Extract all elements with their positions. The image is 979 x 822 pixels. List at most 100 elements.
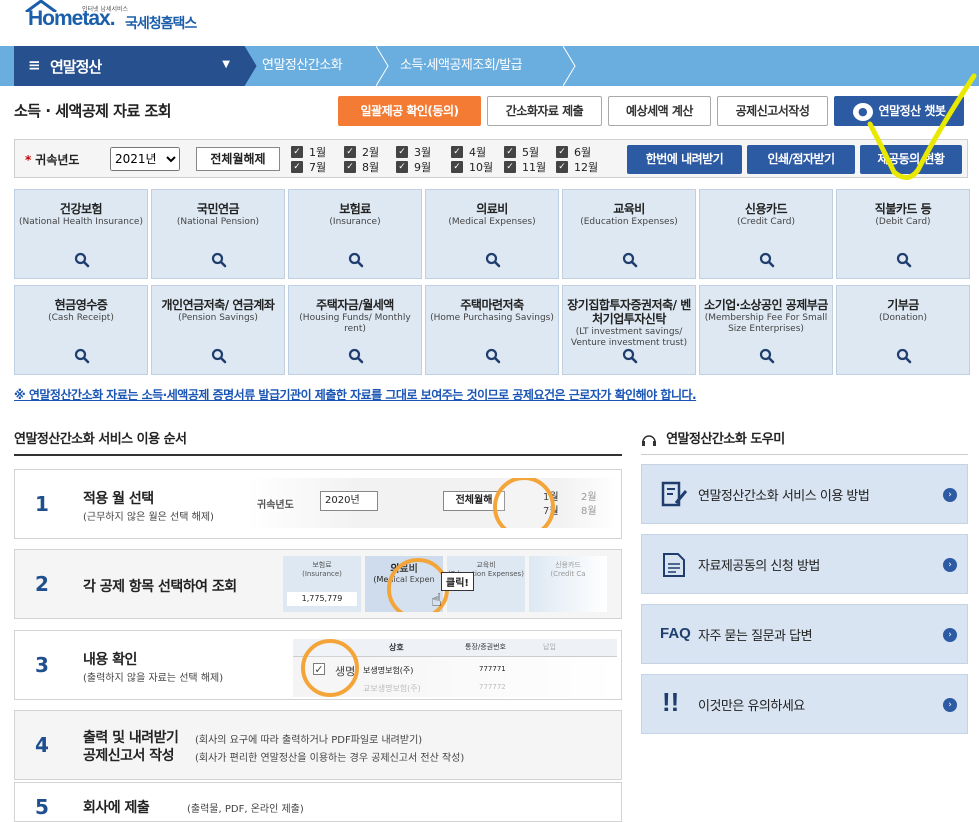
tile-subtitle: (Insurance) bbox=[329, 217, 381, 227]
checkbox-checked-icon: ✓ bbox=[451, 146, 463, 158]
month-checkbox-7[interactable]: ✓ 7월 bbox=[291, 161, 326, 174]
print-braille-button[interactable]: 인쇄/점자받기 bbox=[747, 145, 855, 174]
search-icon[interactable] bbox=[896, 348, 912, 364]
step-title: 회사에 제출 bbox=[83, 800, 150, 816]
helper-item-caution[interactable]: !! 이것만은 유의하세요 › bbox=[641, 674, 968, 734]
month-checkbox-2[interactable]: ✓ 2월 bbox=[344, 146, 379, 159]
search-icon[interactable] bbox=[74, 252, 90, 268]
category-tile[interactable]: 교육비 (Education Expenses) bbox=[562, 189, 696, 279]
highlight-ring bbox=[493, 478, 555, 528]
month-checkbox-8[interactable]: ✓ 8월 bbox=[344, 161, 379, 174]
year-select[interactable]: 2021년 bbox=[110, 147, 180, 171]
step-1: 1 적용 월 선택 (근무하지 않은 월은 선택 해제) 귀속년도 2020년 … bbox=[14, 469, 622, 539]
tile-subtitle: (Housing Funds/ Monthly rent) bbox=[299, 313, 411, 334]
category-tile[interactable]: 신용카드 (Credit Card) bbox=[699, 189, 833, 279]
month-checkbox-4[interactable]: ✓ 4월 bbox=[451, 146, 486, 159]
category-tile[interactable]: 보험료 (Insurance) bbox=[288, 189, 422, 279]
search-icon[interactable] bbox=[622, 348, 638, 364]
search-icon[interactable] bbox=[211, 348, 227, 364]
highlight-ring bbox=[301, 639, 359, 697]
step-title: 내용 확인 bbox=[83, 652, 137, 668]
category-tile[interactable]: 주택마련저축 (Home Purchasing Savings) bbox=[425, 285, 559, 375]
main-menu-button[interactable]: ≡ 연말정산 ▼ bbox=[14, 46, 244, 86]
category-tile[interactable]: 의료비 (Medical Expenses) bbox=[425, 189, 559, 279]
chevron-right-icon: › bbox=[943, 698, 957, 712]
tile-title: 신용카드 bbox=[744, 202, 788, 216]
tile-subtitle: (Cash Receipt) bbox=[48, 313, 114, 323]
step-1-illustration: 귀속년도 2020년 전체월해 1월 7월 2월 8월 bbox=[247, 478, 617, 528]
category-tile[interactable]: 기부금 (Donation) bbox=[836, 285, 970, 375]
checkbox-checked-icon: ✓ bbox=[504, 161, 516, 173]
helper-item-consent-guide[interactable]: 자료제공동의 신청 방법 › bbox=[641, 534, 968, 594]
checkbox-checked-icon: ✓ bbox=[504, 146, 516, 158]
form-pen-icon bbox=[661, 481, 688, 507]
step-title: 출력 및 내려받기 bbox=[83, 730, 179, 746]
tile-title: 주택자금/월세액 bbox=[316, 298, 394, 312]
select-all-months-button[interactable]: 전체월해제 bbox=[196, 147, 280, 171]
hometax-logo[interactable]: 인터넷 납세서비스 Hometax. 국세청홈택스 bbox=[22, 0, 212, 40]
breadcrumb-item-simplified[interactable]: 연말정산간소화 bbox=[262, 46, 343, 86]
simplified-submit-button[interactable]: 간소화자료 제출 bbox=[487, 96, 602, 126]
logo-korean: 국세청홈택스 bbox=[125, 16, 197, 32]
step-number: 3 bbox=[35, 653, 49, 677]
step-desc: (출력하지 않을 자료는 선택 해제) bbox=[83, 673, 224, 684]
search-icon[interactable] bbox=[485, 348, 501, 364]
category-tile[interactable]: 소기업·소상공인 공제부금 (Membership Fee For Small S… bbox=[699, 285, 833, 375]
month-checkbox-6[interactable]: ✓ 6월 bbox=[556, 146, 591, 159]
search-icon[interactable] bbox=[348, 348, 364, 364]
year-label: * 귀속년도 bbox=[25, 153, 80, 167]
notice-text[interactable]: ※ 연말정산간소화 자료는 소득·세액공제 증명서류 발급기관이 제출한 자료를… bbox=[14, 386, 697, 403]
checkbox-checked-icon: ✓ bbox=[344, 161, 356, 173]
tile-subtitle: (Education Expenses) bbox=[580, 217, 678, 227]
tile-title: 개인연금저축/ 연금계좌 bbox=[161, 298, 275, 312]
search-icon[interactable] bbox=[74, 348, 90, 364]
step-number: 4 bbox=[35, 733, 49, 757]
search-icon[interactable] bbox=[211, 252, 227, 268]
search-icon[interactable] bbox=[622, 252, 638, 268]
step-desc-2: (회사가 편리한 연말정산을 이용하는 경우 공제신고서 전산 작성) bbox=[195, 753, 465, 764]
hand-pointer-icon: ☝ bbox=[431, 590, 442, 611]
search-icon[interactable] bbox=[348, 252, 364, 268]
helper-label: 자주 묻는 질문과 답변 bbox=[698, 629, 813, 644]
breadcrumb-item-deduction[interactable]: 소득·세액공제조회/발급 bbox=[400, 46, 523, 86]
month-checkbox-10[interactable]: ✓ 10월 bbox=[451, 161, 493, 174]
helper-item-faq[interactable]: FAQ 자주 묻는 질문과 답변 › bbox=[641, 604, 968, 664]
month-checkbox-1[interactable]: ✓ 1월 bbox=[291, 146, 326, 159]
checkbox-checked-icon: ✓ bbox=[344, 146, 356, 158]
month-checkbox-9[interactable]: ✓ 9월 bbox=[396, 161, 431, 174]
tile-title: 현금영수증 bbox=[54, 298, 108, 312]
search-icon[interactable] bbox=[759, 348, 775, 364]
download-all-button[interactable]: 한번에 내려받기 bbox=[627, 145, 742, 174]
tile-subtitle: (Debit Card) bbox=[875, 217, 931, 227]
tile-title: 보험료 bbox=[339, 202, 371, 216]
step-number: 5 bbox=[35, 795, 49, 819]
tile-subtitle: (LT investment savings/ Venture investme… bbox=[570, 327, 688, 348]
search-icon[interactable] bbox=[896, 252, 912, 268]
category-tile[interactable]: 직불카드 등 (Debit Card) bbox=[836, 189, 970, 279]
step-title-2: 공제신고서 작성 bbox=[83, 748, 175, 764]
breadcrumb-separator-icon bbox=[244, 46, 257, 86]
category-tile[interactable]: 장기집합투자증권저축/ 벤처기업투자신탁 (LT investment savin… bbox=[562, 285, 696, 375]
search-icon[interactable] bbox=[759, 252, 775, 268]
month-checkbox-5[interactable]: ✓ 5월 bbox=[504, 146, 539, 159]
chevron-right-icon: › bbox=[943, 488, 957, 502]
logo-text: Hometax. bbox=[28, 7, 116, 30]
step-number: 1 bbox=[35, 492, 49, 516]
helper-label: 이것만은 유의하세요 bbox=[698, 699, 805, 714]
category-tile[interactable]: 주택자금/월세액 (Housing Funds/ Monthly rent) bbox=[288, 285, 422, 375]
category-tile[interactable]: 현금영수증 (Cash Receipt) bbox=[14, 285, 148, 375]
tile-subtitle: (National Health Insurance) bbox=[19, 217, 143, 227]
helper-item-usage-guide[interactable]: 연말정산간소화 서비스 이용 방법 › bbox=[641, 464, 968, 524]
category-tile[interactable]: 건강보험 (National Health Insurance) bbox=[14, 189, 148, 279]
main-menu-label: 연말정산 bbox=[50, 58, 102, 76]
deduction-report-button[interactable]: 공제신고서작성 bbox=[717, 96, 828, 126]
bulk-consent-button[interactable]: 일괄제공 확인(동의) bbox=[338, 96, 481, 126]
month-checkbox-3[interactable]: ✓ 3월 bbox=[396, 146, 431, 159]
month-checkbox-12[interactable]: ✓ 12월 bbox=[556, 161, 598, 174]
category-tile[interactable]: 국민연금 (National Pension) bbox=[151, 189, 285, 279]
month-checkbox-11[interactable]: ✓ 11월 bbox=[504, 161, 546, 174]
tax-estimate-button[interactable]: 예상세액 계산 bbox=[608, 96, 711, 126]
chevron-right-icon: › bbox=[943, 628, 957, 642]
category-tile[interactable]: 개인연금저축/ 연금계좌 (Pension Savings) bbox=[151, 285, 285, 375]
search-icon[interactable] bbox=[485, 252, 501, 268]
